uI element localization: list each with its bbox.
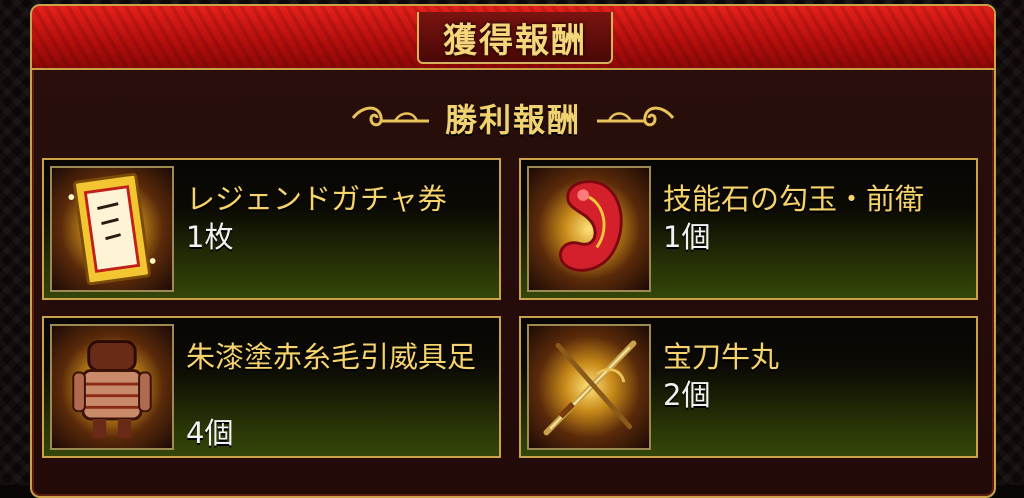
armor-icon (50, 324, 174, 450)
reward-quantity: 2個 (663, 378, 711, 412)
reward-panel: 獲得報酬 勝利報酬 レジェンドガチャ券 1枚 技能石の勾玉・前衛 1個 朱漆塗赤… (30, 4, 996, 498)
reward-card[interactable]: 宝刀牛丸 2個 (519, 316, 978, 458)
section-title: 勝利報酬 (444, 101, 581, 139)
reward-card[interactable]: 技能石の勾玉・前衛 1個 (519, 158, 978, 300)
reward-name: 宝刀牛丸 (663, 340, 780, 374)
reward-quantity: 1枚 (186, 220, 234, 254)
reward-name: レジェンドガチャ券 (186, 182, 447, 216)
reward-quantity: 1個 (663, 220, 711, 254)
reward-card[interactable]: レジェンドガチャ券 1枚 (42, 158, 501, 300)
section-header: 勝利報酬 (32, 90, 994, 146)
reward-card[interactable]: 朱漆塗赤糸毛引威具足 4個 (42, 316, 501, 458)
sword-icon (527, 324, 651, 450)
page-title: 獲得報酬 (443, 20, 587, 61)
left-ornament-icon (351, 106, 429, 127)
title-bar: 獲得報酬 (32, 6, 994, 70)
title-plaque: 獲得報酬 (417, 12, 613, 64)
gacha-ticket-icon (50, 166, 174, 292)
right-ornament-icon (597, 106, 675, 127)
magatama-icon (527, 166, 651, 292)
reward-name: 朱漆塗赤糸毛引威具足 (186, 340, 477, 374)
reward-quantity: 4個 (186, 416, 234, 450)
reward-name: 技能石の勾玉・前衛 (663, 182, 925, 216)
